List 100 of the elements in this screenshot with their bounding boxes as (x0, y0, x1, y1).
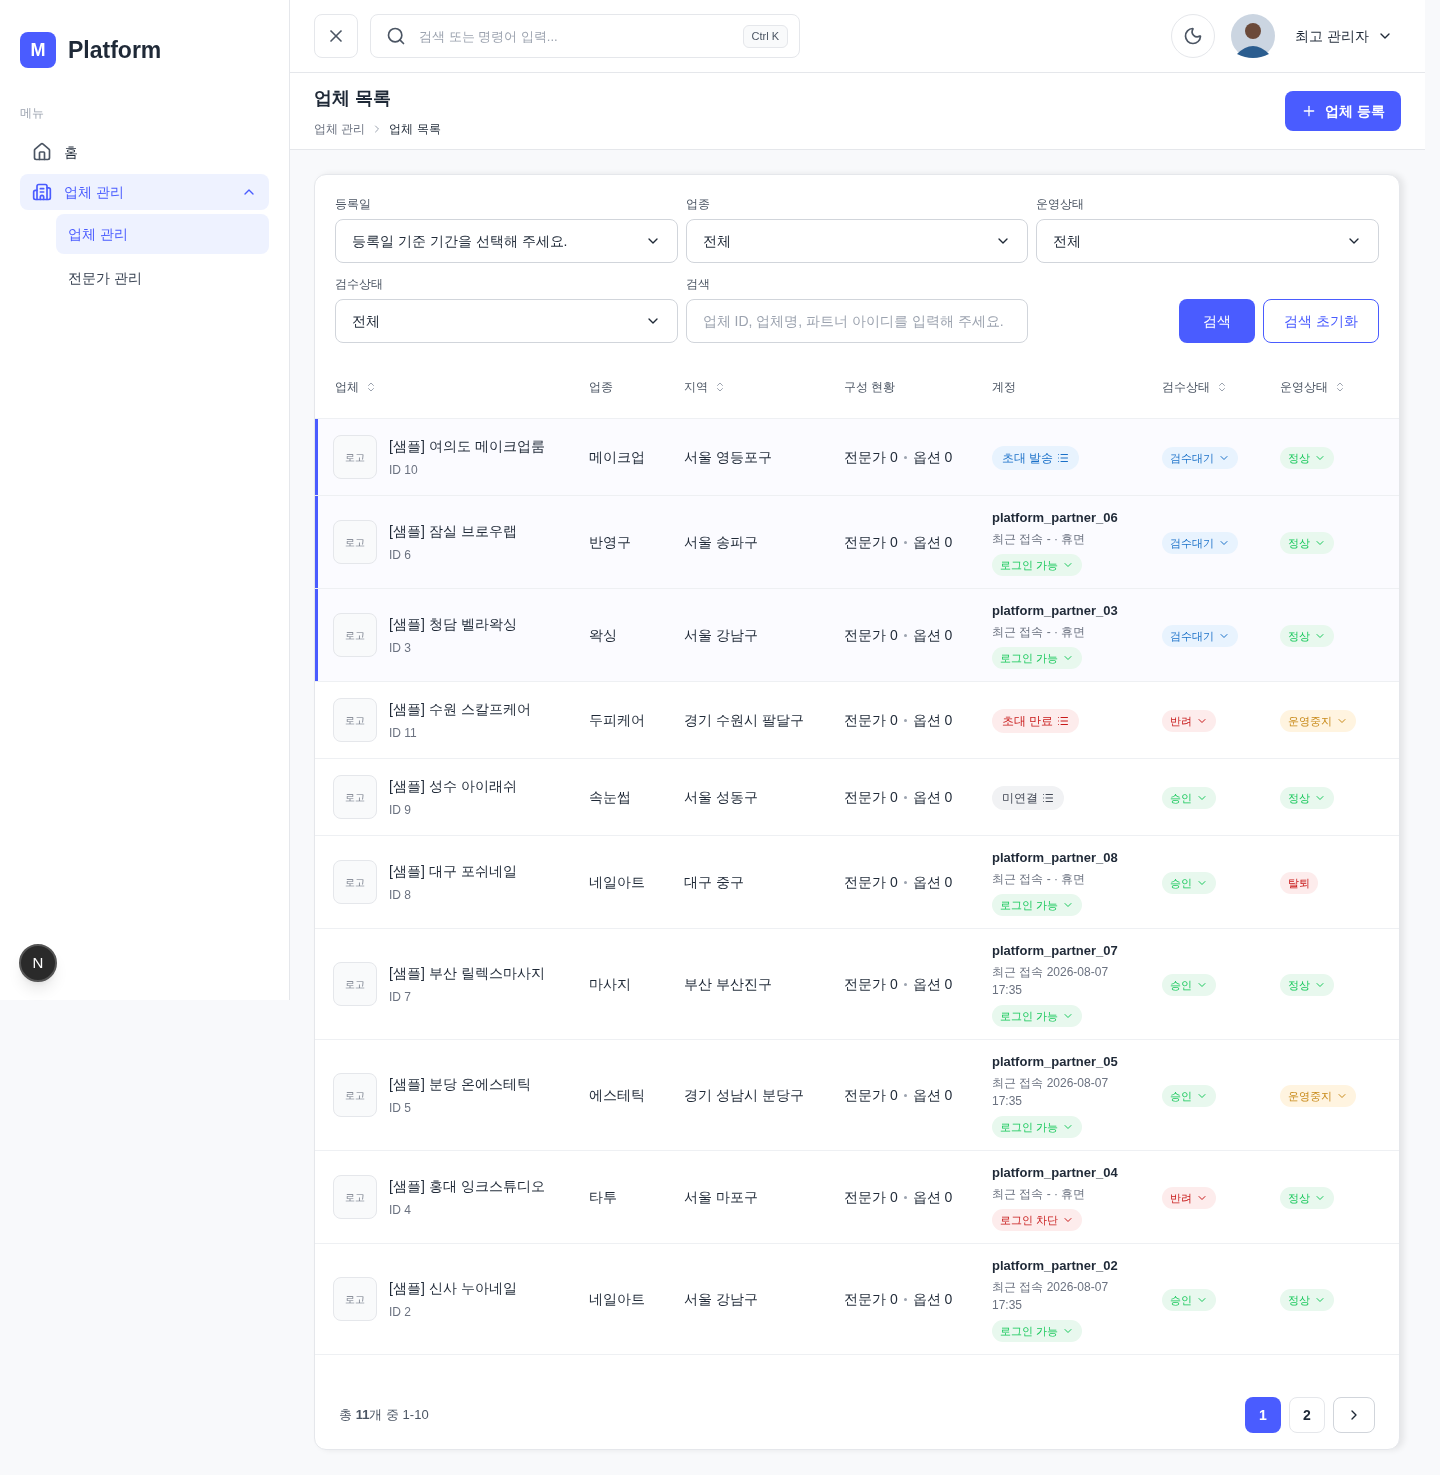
region-cell-text: 부산 부산진구 (684, 974, 773, 994)
region-cell-text: 서울 성동구 (684, 787, 759, 807)
nav-item[interactable]: 업체 관리 (20, 174, 269, 210)
vendor-name[interactable]: [샘플] 청담 벨라왁싱 (389, 613, 517, 635)
table-row[interactable]: 로고 [샘플] 홍대 잉크스튜디오 ID 4 타투 서울 마포구 전문가 0 옵션 0 platform_partner_04 최근 접속 - · 휴면 로그인 차단 반려 정상 (315, 1151, 1399, 1244)
dev-badge[interactable]: N (19, 944, 57, 982)
table-row[interactable]: 로고 [샘플] 청담 벨라왁싱 ID 3 왁싱 서울 강남구 전문가 0 옵션 0 platform_partner_03 최근 접속 - · 휴면 로그인 가능 검수대기 정상 (315, 589, 1399, 682)
region-cell-text: 경기 수원시 팔달구 (684, 710, 805, 730)
logo-placeholder: 로고 (333, 775, 377, 819)
expert-count: 전문가 0 (844, 974, 898, 994)
vendor-name[interactable]: [샘플] 분당 온에스테틱 (389, 1073, 531, 1095)
option-count: 옵션 0 (912, 974, 953, 994)
column-header[interactable]: 업체 (335, 377, 377, 396)
option-count: 옵션 0 (912, 787, 953, 807)
vendor-name[interactable]: [샘플] 대구 포쉬네일 (389, 860, 517, 882)
close-button[interactable] (314, 14, 358, 58)
status-pill[interactable]: 반려 (1162, 709, 1216, 733)
table-row[interactable]: 로고 [샘플] 수원 스칼프케어 ID 11 두피케어 경기 수원시 팔달구 전문가 0 옵션 0 초대 만료 반려 운영중지 (315, 682, 1399, 759)
status-pill[interactable]: 초대 발송 (992, 445, 1080, 470)
column-header[interactable]: 운영상태 (1280, 377, 1346, 396)
last-login: 최근 접속 - · 휴면 (992, 623, 1086, 641)
vendor-id: ID 4 (389, 1201, 412, 1219)
option-count: 옵션 0 (912, 532, 953, 552)
vendor-name[interactable]: [샘플] 신사 누아네일 (389, 1277, 517, 1299)
category-cell-text: 속눈썹 (589, 787, 632, 807)
column-header: 구성 현황 (844, 378, 896, 396)
table-row[interactable]: 로고 [샘플] 잠실 브로우랩 ID 6 반영구 서울 송파구 전문가 0 옵션 0 platform_partner_06 최근 접속 - · 휴면 로그인 가능 검수대기 정상 (315, 496, 1399, 589)
option-count: 옵션 0 (912, 872, 953, 892)
vendor-id: ID 7 (389, 988, 412, 1006)
list-icon (1057, 451, 1070, 464)
logo-placeholder: 로고 (333, 698, 377, 742)
status-pill[interactable]: 미연결 (992, 785, 1064, 810)
vendor-id: ID 5 (389, 1099, 412, 1117)
region-cell-text: 서울 강남구 (684, 1289, 759, 1309)
last-login: 최근 접속 - · 휴면 (992, 1185, 1086, 1203)
vendor-name[interactable]: [샘플] 여의도 메이크업룸 (389, 435, 545, 457)
breadcrumb-item[interactable]: 업체 관리 (314, 119, 366, 138)
vendor-name[interactable]: [샘플] 수원 스칼프케어 (389, 698, 531, 720)
nav-subitem[interactable]: 업체 관리 (56, 214, 269, 254)
sort-icon (714, 380, 726, 393)
column-header[interactable]: 지역 (684, 377, 726, 396)
nav-subitem[interactable]: 전문가 관리 (56, 258, 269, 298)
vendor-name[interactable]: [샘플] 성수 아이래쉬 (389, 775, 517, 797)
filter-select[interactable]: 전체 (1036, 219, 1379, 263)
status-pill[interactable]: 반려 (1162, 1186, 1216, 1210)
page-button[interactable]: 1 (1245, 1397, 1281, 1433)
category-cell-text: 메이크업 (589, 447, 646, 467)
logo-placeholder: 로고 (333, 1277, 377, 1321)
table-row[interactable]: 로고 [샘플] 대구 포쉬네일 ID 8 네일아트 대구 중구 전문가 0 옵션 0 platform_partner_08 최근 접속 - · 휴면 로그인 가능 승인 탈퇴 (315, 836, 1399, 929)
region-cell-text: 경기 성남시 분당구 (684, 1085, 805, 1105)
expert-count: 전문가 0 (844, 1289, 898, 1309)
building-icon (32, 182, 52, 202)
status-pill[interactable]: 로그인 차단 (992, 1208, 1083, 1231)
status-pill[interactable]: 검수대기 (1162, 624, 1238, 648)
logo-placeholder: 로고 (333, 613, 377, 657)
logo-placeholder: 로고 (333, 1175, 377, 1219)
search-button[interactable]: 검색 (1179, 299, 1256, 343)
status-pill[interactable]: 운영중지 (1280, 1084, 1356, 1108)
vendor-name[interactable]: [샘플] 홍대 잉크스튜디오 (389, 1175, 545, 1197)
filter-label: 업종 (685, 196, 711, 213)
last-login: 최근 접속 2026-08-07 17:35 (992, 1278, 1110, 1314)
user-menu[interactable]: 최고 관리자 (1295, 25, 1393, 47)
avatar[interactable] (1231, 14, 1276, 58)
filter-select[interactable]: 등록일 기준 기간을 선택해 주세요. (335, 219, 678, 263)
status-pill[interactable]: 검수대기 (1162, 531, 1238, 555)
nav-item[interactable]: 홈 (20, 134, 269, 170)
search-input[interactable]: 업체 ID, 업체명, 파트너 아이디를 입력해 주세요. (685, 299, 1029, 343)
expert-count: 전문가 0 (844, 872, 898, 892)
logo-placeholder: 로고 (333, 435, 377, 479)
table-row[interactable]: 로고 [샘플] 분당 온에스테틱 ID 5 에스테틱 경기 성남시 분당구 전문가 0 옵션 0 platform_partner_05 최근 접속 2026-08-07 17:35 로그인 가능 승인 운영중지 (315, 1040, 1399, 1151)
vendor-name[interactable]: [샘플] 부산 릴렉스마사지 (389, 962, 545, 984)
table-row[interactable]: 로고 [샘플] 여의도 메이크업룸 ID 10 메이크업 서울 영등포구 전문가 0 옵션 0 초대 발송 검수대기 정상 (315, 419, 1399, 496)
filter-select[interactable]: 전체 (335, 299, 678, 343)
status-pill[interactable]: 검수대기 (1162, 446, 1238, 470)
column-header[interactable]: 검수상태 (1162, 377, 1228, 396)
filter-select[interactable]: 전체 (685, 219, 1029, 263)
expert-count: 전문가 0 (844, 447, 898, 467)
page-button[interactable]: 2 (1289, 1397, 1325, 1433)
table-row[interactable]: 로고 [샘플] 부산 릴렉스마사지 ID 7 마사지 부산 부산진구 전문가 0 옵션 0 platform_partner_07 최근 접속 2026-08-07 17:35 로그인 가능 승인 정상 (315, 929, 1399, 1040)
table-row[interactable]: 로고 [샘플] 성수 아이래쉬 ID 9 속눈썹 서울 성동구 전문가 0 옵션 0 미연결 승인 정상 (315, 759, 1399, 836)
category-cell-text: 왁싱 (589, 625, 618, 645)
category-cell-text: 반영구 (589, 532, 632, 552)
filter-label: 검색 (685, 276, 711, 293)
account-username: platform_partner_02 (992, 1257, 1118, 1275)
table-row[interactable]: 로고 [샘플] 신사 누아네일 ID 2 네일아트 서울 강남구 전문가 0 옵션 0 platform_partner_02 최근 접속 2026-08-07 17:35 로그인 가능 승인 정상 (315, 1244, 1399, 1355)
reset-button[interactable]: 검색 초기화 (1263, 299, 1379, 343)
register-button[interactable]: 업체 등록 (1285, 91, 1401, 131)
region-cell-text: 서울 강남구 (684, 625, 759, 645)
last-login: 최근 접속 2026-08-07 17:35 (992, 1074, 1110, 1110)
last-login: 최근 접속 - · 휴면 (992, 530, 1086, 548)
section-label: 메뉴 (20, 105, 45, 122)
column-header: 계정 (992, 378, 1016, 396)
category-cell-text: 에스테틱 (589, 1085, 646, 1105)
category-cell-text: 마사지 (589, 974, 632, 994)
option-count: 옵션 0 (912, 710, 953, 730)
vendor-id: ID 9 (389, 801, 412, 819)
status-pill[interactable]: 초대 만료 (992, 708, 1080, 733)
category-cell-text: 네일아트 (589, 1289, 646, 1309)
vendor-name[interactable]: [샘플] 잠실 브로우랩 (389, 520, 517, 542)
status-pill[interactable]: 운영중지 (1280, 709, 1356, 733)
